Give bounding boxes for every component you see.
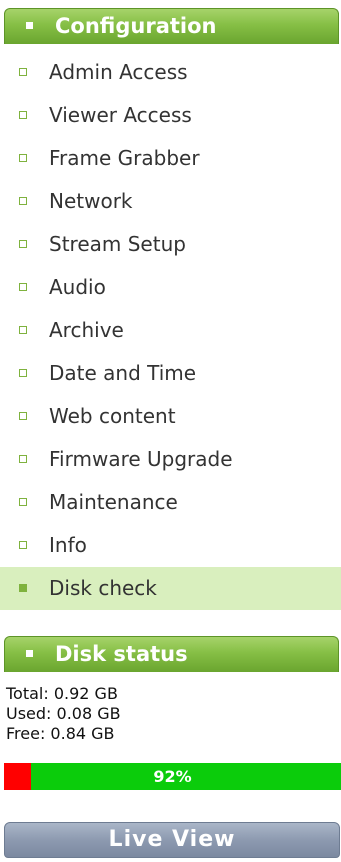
square-bullet-icon (19, 412, 27, 420)
menu-item-label: Stream Setup (49, 232, 186, 256)
menu-item-archive[interactable]: Archive (0, 309, 341, 352)
menu-item-date-and-time[interactable]: Date and Time (0, 352, 341, 395)
square-bullet-icon (19, 197, 27, 205)
menu-item-label: Firmware Upgrade (49, 447, 233, 471)
disk-free: Free: 0.84 GB (6, 724, 115, 743)
menu-item-maintenance[interactable]: Maintenance (0, 481, 341, 524)
disk-status-title: Disk status (55, 642, 188, 666)
menu-item-label: Web content (49, 404, 176, 428)
configuration-header: Configuration (4, 8, 339, 44)
menu-item-label: Viewer Access (49, 103, 192, 127)
square-bullet-icon (19, 584, 27, 592)
menu-item-label: Archive (49, 318, 124, 342)
menu-item-stream-setup[interactable]: Stream Setup (0, 223, 341, 266)
menu-item-label: Maintenance (49, 490, 178, 514)
square-bullet-icon (19, 154, 27, 162)
disk-status-header: Disk status (4, 636, 339, 672)
menu-item-audio[interactable]: Audio (0, 266, 341, 309)
menu-item-label: Frame Grabber (49, 146, 200, 170)
menu-item-label: Info (49, 533, 87, 557)
disk-free-percent: 92% (153, 767, 192, 786)
menu-item-network[interactable]: Network (0, 180, 341, 223)
menu-item-viewer-access[interactable]: Viewer Access (0, 94, 341, 137)
menu-item-info[interactable]: Info (0, 524, 341, 567)
square-bullet-icon (19, 498, 27, 506)
disk-usage-bar: 92% (4, 763, 341, 790)
square-bullet-icon (19, 68, 27, 76)
disk-stats: Total: 0.92 GB Used: 0.08 GB Free: 0.84 … (6, 684, 121, 744)
menu-item-label: Network (49, 189, 133, 213)
disk-used: Used: 0.08 GB (6, 704, 121, 723)
square-bullet-icon (26, 22, 33, 29)
square-bullet-icon (19, 111, 27, 119)
menu-item-label: Audio (49, 275, 106, 299)
menu-item-frame-grabber[interactable]: Frame Grabber (0, 137, 341, 180)
square-bullet-icon (26, 650, 33, 657)
square-bullet-icon (19, 283, 27, 291)
live-view-button[interactable]: Live View (4, 822, 340, 858)
square-bullet-icon (19, 541, 27, 549)
menu-item-label: Date and Time (49, 361, 197, 385)
square-bullet-icon (19, 240, 27, 248)
square-bullet-icon (19, 326, 27, 334)
menu-item-label: Admin Access (49, 60, 188, 84)
menu-item-label: Disk check (49, 576, 157, 600)
menu-item-web-content[interactable]: Web content (0, 395, 341, 438)
menu-item-firmware-upgrade[interactable]: Firmware Upgrade (0, 438, 341, 481)
configuration-menu: Admin Access Viewer Access Frame Grabber… (0, 51, 341, 610)
menu-item-disk-check[interactable]: Disk check (0, 567, 341, 610)
menu-item-admin-access[interactable]: Admin Access (0, 51, 341, 94)
configuration-title: Configuration (55, 14, 217, 38)
square-bullet-icon (19, 369, 27, 377)
disk-total: Total: 0.92 GB (6, 684, 118, 703)
square-bullet-icon (19, 455, 27, 463)
